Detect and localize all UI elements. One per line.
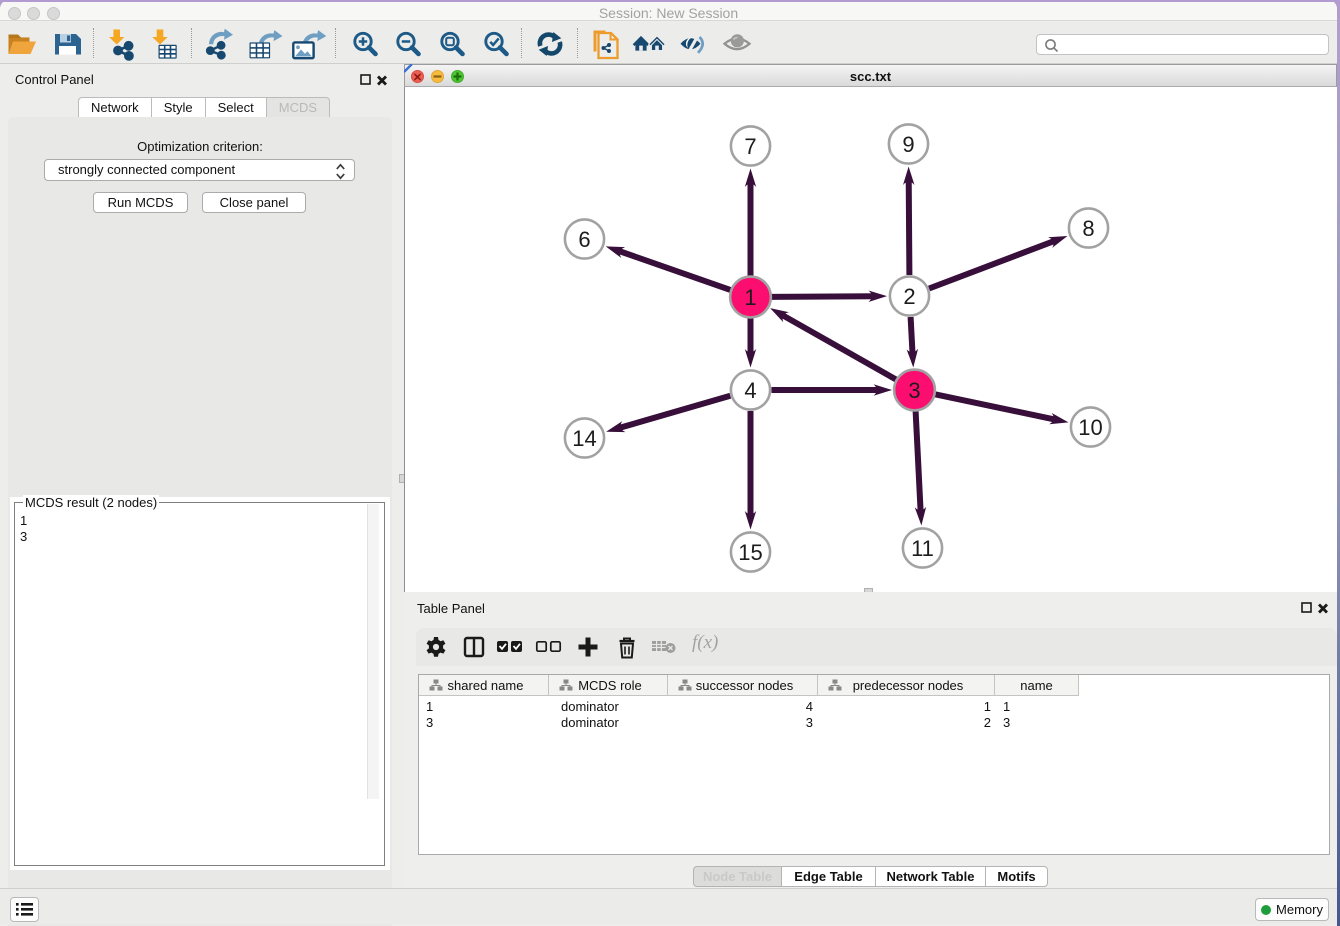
- svg-text:8: 8: [1082, 216, 1094, 241]
- svg-text:6: 6: [578, 227, 590, 252]
- svg-text:7: 7: [744, 134, 756, 159]
- svg-text:1: 1: [744, 285, 756, 310]
- svg-text:11: 11: [911, 536, 934, 561]
- svg-text:2: 2: [903, 284, 915, 309]
- svg-text:4: 4: [744, 378, 756, 403]
- svg-text:3: 3: [908, 378, 920, 403]
- svg-text:15: 15: [738, 540, 762, 565]
- svg-text:10: 10: [1078, 415, 1102, 440]
- svg-text:9: 9: [902, 132, 914, 157]
- svg-text:14: 14: [572, 426, 596, 451]
